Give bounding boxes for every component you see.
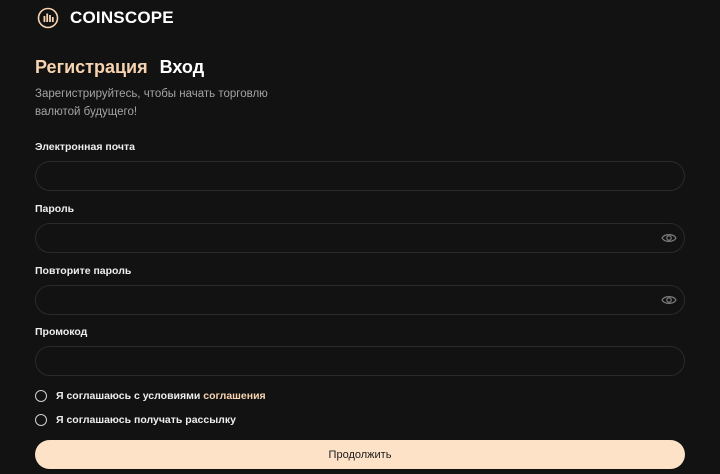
terms-agreement: Я соглашаюсь с условиями соглашения bbox=[35, 390, 266, 402]
password-label: Пароль bbox=[35, 203, 75, 215]
password-field[interactable] bbox=[36, 224, 684, 252]
tab-login[interactable]: Вход bbox=[160, 57, 205, 78]
terms-text-wrapper: Я соглашаюсь с условиями соглашения bbox=[56, 390, 266, 402]
eye-icon[interactable] bbox=[660, 292, 678, 308]
eye-icon[interactable] bbox=[660, 230, 678, 246]
promo-label: Промокод bbox=[35, 326, 88, 338]
terms-link[interactable]: соглашения bbox=[203, 390, 265, 402]
brand-name: COINSCOPE bbox=[70, 8, 174, 27]
email-field-wrapper bbox=[35, 161, 685, 191]
newsletter-radio[interactable] bbox=[35, 414, 47, 426]
newsletter-agreement: Я соглашаюсь получать рассылку bbox=[35, 414, 236, 426]
promo-field-wrapper bbox=[35, 346, 685, 376]
bar-chart-circle-icon bbox=[36, 6, 60, 30]
auth-tabs: Регистрация Вход bbox=[35, 57, 204, 78]
password-repeat-field-wrapper bbox=[35, 285, 685, 315]
newsletter-text: Я соглашаюсь получать рассылку bbox=[56, 414, 236, 426]
email-label: Электронная почта bbox=[35, 141, 135, 153]
password-repeat-field[interactable] bbox=[36, 286, 684, 314]
password-field-wrapper bbox=[35, 223, 685, 253]
terms-radio[interactable] bbox=[35, 390, 47, 402]
continue-button[interactable]: Продолжить bbox=[35, 440, 685, 469]
terms-text: Я соглашаюсь с условиями bbox=[56, 390, 204, 402]
password-repeat-label: Повторите пароль bbox=[35, 265, 132, 277]
promo-field[interactable] bbox=[36, 347, 684, 375]
tab-register[interactable]: Регистрация bbox=[35, 57, 148, 78]
page-subtitle: Зарегистрируйтесь, чтобы начать торговлю… bbox=[35, 88, 268, 118]
brand-logo[interactable]: COINSCOPE bbox=[36, 6, 174, 30]
email-field[interactable] bbox=[36, 162, 684, 190]
